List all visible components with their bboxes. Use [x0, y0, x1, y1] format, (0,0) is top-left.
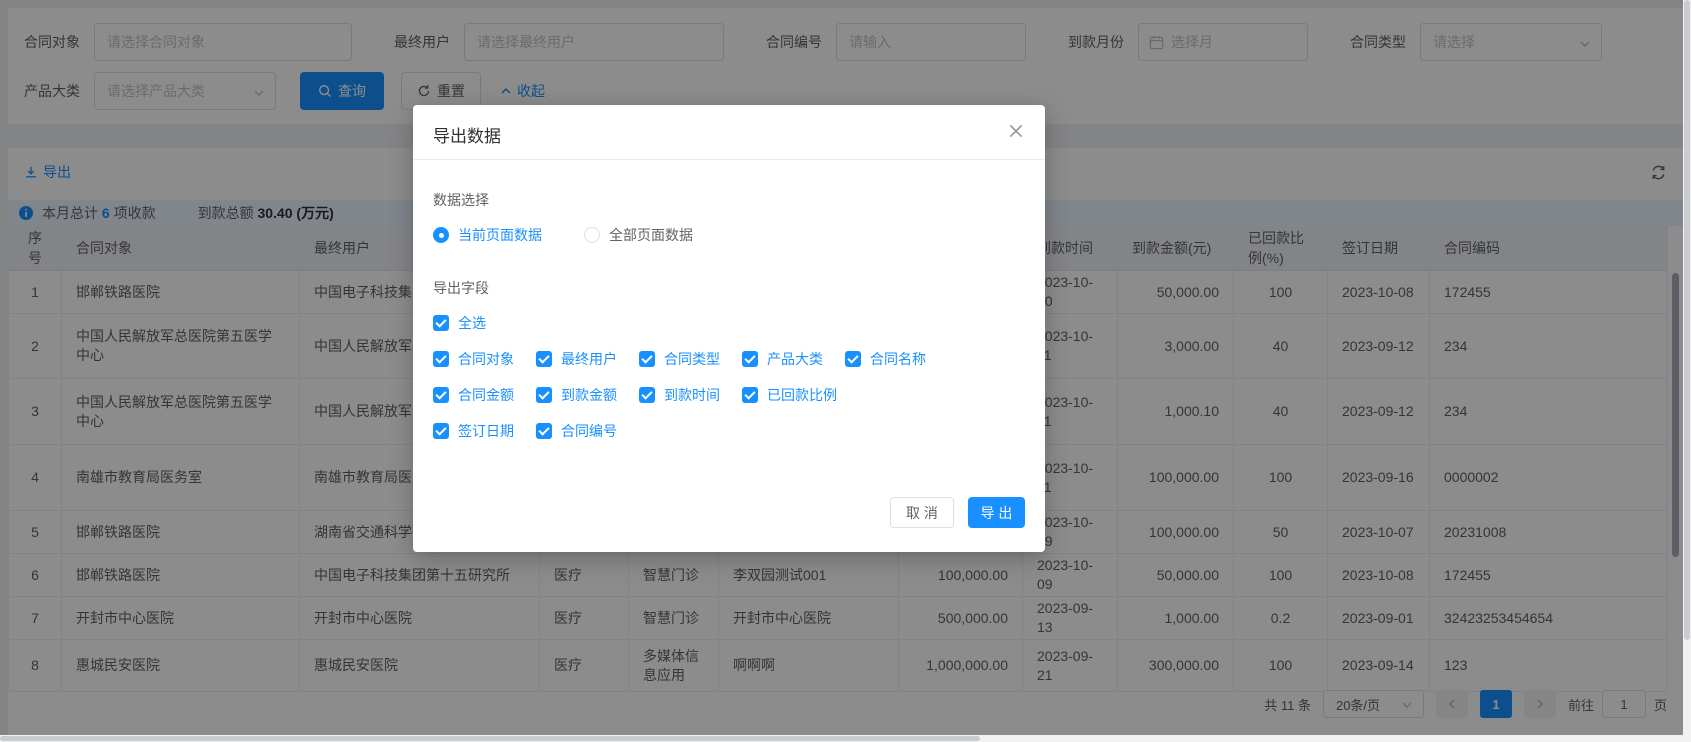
radio-checked-icon — [433, 227, 449, 243]
select-all-row: 全选 — [433, 313, 1025, 333]
export-field-label: 合同金额 — [458, 387, 514, 403]
export-field-label: 已回款比例 — [767, 387, 837, 403]
checkbox-checked-icon — [536, 387, 552, 403]
checkbox-checked-icon — [433, 315, 449, 331]
export-field-checkbox[interactable]: 最终用户 — [536, 349, 639, 369]
checkbox-checked-icon — [433, 387, 449, 403]
export-field-label: 最终用户 — [561, 351, 617, 367]
cancel-button[interactable]: 取 消 — [890, 497, 954, 528]
browser-horizontal-scrollbar[interactable] — [0, 735, 1683, 742]
checkbox-checked-icon — [742, 387, 758, 403]
checkbox-checked-icon — [433, 423, 449, 439]
export-field-checkbox[interactable]: 合同编号 — [536, 421, 617, 441]
export-field-row: 签订日期 合同编号 — [433, 421, 1025, 441]
radio-current-page[interactable]: 当前页面数据 — [433, 225, 542, 245]
export-fields-section-label: 导出字段 — [433, 280, 489, 296]
browser-vertical-scrollbar[interactable] — [1683, 0, 1691, 742]
export-field-label: 合同对象 — [458, 351, 514, 367]
checkbox-checked-icon — [536, 423, 552, 439]
horizontal-scrollbar-thumb[interactable] — [0, 736, 980, 741]
dialog-body: 数据选择 当前页面数据 全部页面数据 导出字段 全选 合同对象 最终用户 合同类型 产… — [413, 160, 1045, 441]
checkbox-checked-icon — [742, 351, 758, 367]
export-field-label: 到款金额 — [561, 387, 617, 403]
export-field-label: 产品大类 — [767, 351, 823, 367]
checkbox-checked-icon — [433, 351, 449, 367]
export-field-label: 合同编号 — [561, 423, 617, 439]
export-field-checkbox[interactable]: 签订日期 — [433, 421, 536, 441]
select-all-label: 全选 — [458, 315, 486, 331]
export-field-checkbox[interactable]: 产品大类 — [742, 349, 845, 369]
export-field-row: 合同金额 到款金额 到款时间 已回款比例 — [433, 385, 1025, 405]
export-field-checkbox[interactable]: 合同金额 — [433, 385, 536, 405]
data-select-radio-group: 当前页面数据 全部页面数据 — [433, 225, 1025, 245]
checkbox-checked-icon — [845, 351, 861, 367]
dialog-header: 导出数据 — [413, 105, 1045, 160]
dialog-title: 导出数据 — [433, 127, 501, 146]
export-dialog: 导出数据 数据选择 当前页面数据 全部页面数据 导出字段 全选 合同对象 最终用户… — [413, 105, 1045, 552]
export-field-checkbox[interactable]: 合同类型 — [639, 349, 742, 369]
export-field-rows: 合同对象 最终用户 合同类型 产品大类 合同名称合同金额 到款金额 到款时间 已回款比例签订日… — [433, 349, 1025, 441]
dialog-footer: 取 消 导 出 — [890, 497, 1025, 528]
export-confirm-button[interactable]: 导 出 — [968, 497, 1025, 528]
export-field-row: 合同对象 最终用户 合同类型 产品大类 合同名称 — [433, 349, 1025, 369]
export-field-checkbox[interactable]: 合同对象 — [433, 349, 536, 369]
export-field-label: 签订日期 — [458, 423, 514, 439]
data-select-section-label: 数据选择 — [433, 192, 489, 208]
close-icon[interactable] — [1007, 122, 1025, 140]
export-field-checkbox[interactable]: 合同名称 — [845, 349, 926, 369]
export-field-label: 到款时间 — [664, 387, 720, 403]
checkbox-checked-icon — [639, 387, 655, 403]
export-field-label: 合同类型 — [664, 351, 720, 367]
radio-all-pages-label: 全部页面数据 — [609, 227, 693, 243]
export-field-checkbox[interactable]: 到款金额 — [536, 385, 639, 405]
vertical-scrollbar-thumb[interactable] — [1684, 0, 1690, 640]
checkbox-checked-icon — [536, 351, 552, 367]
export-field-label: 合同名称 — [870, 351, 926, 367]
select-all-checkbox[interactable]: 全选 — [433, 313, 486, 333]
radio-current-page-label: 当前页面数据 — [458, 227, 542, 243]
export-field-checkbox[interactable]: 到款时间 — [639, 385, 742, 405]
export-field-checkbox[interactable]: 已回款比例 — [742, 385, 837, 405]
checkbox-checked-icon — [639, 351, 655, 367]
radio-all-pages[interactable]: 全部页面数据 — [584, 225, 693, 245]
radio-unchecked-icon — [584, 227, 600, 243]
